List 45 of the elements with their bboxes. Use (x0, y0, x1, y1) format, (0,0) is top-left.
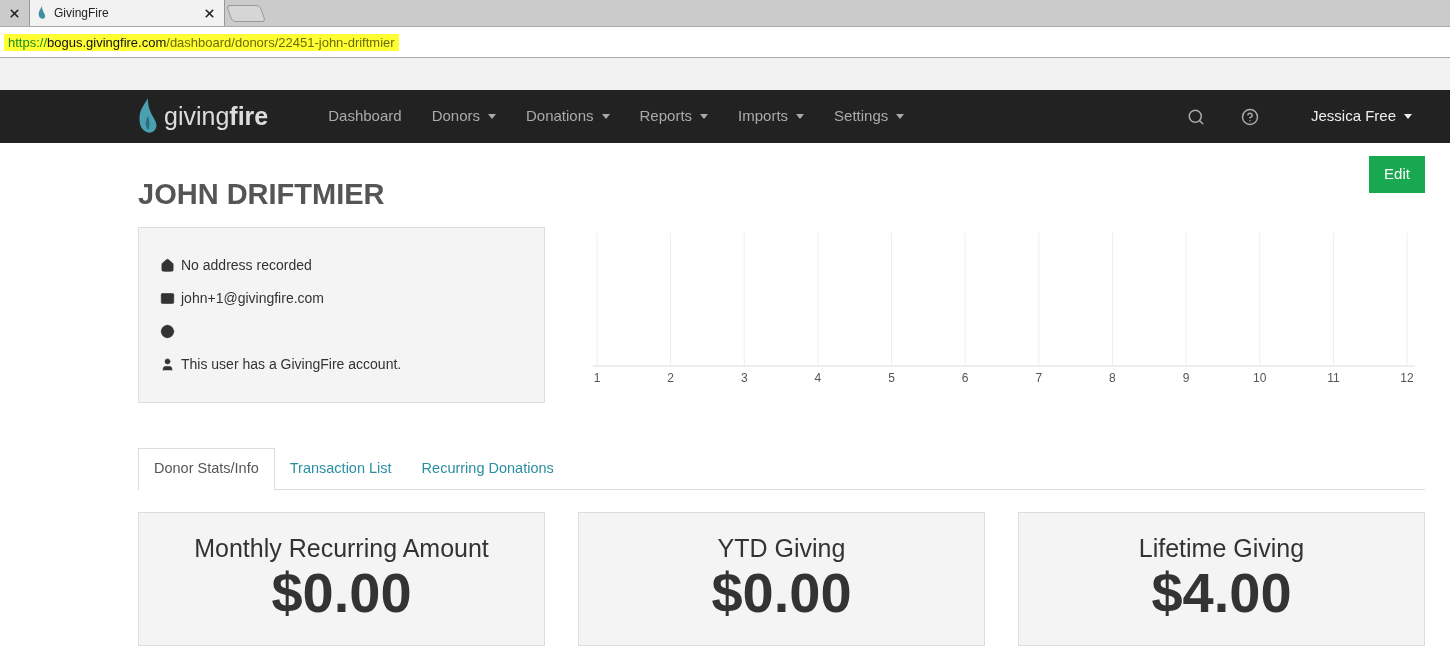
user-menu[interactable]: Jessica Free (1310, 105, 1412, 128)
axis-tick-label: 8 (1109, 369, 1116, 387)
nav-menu-item[interactable]: Imports (738, 105, 805, 128)
nav-menu-item[interactable]: Donors (431, 105, 496, 128)
axis-tick-label: 11 (1327, 369, 1340, 387)
axis-tick-label: 4 (814, 369, 822, 387)
browser-tab[interactable]: GivingFire (30, 0, 225, 26)
stat-title: Monthly Recurring Amount (194, 532, 489, 563)
stat-title: YTD Giving (717, 532, 846, 563)
person-icon (160, 356, 175, 372)
contact-info-text: No address recorded (181, 255, 312, 275)
tab-title: GivingFire (54, 5, 110, 22)
axis-tick-label: 5 (888, 369, 895, 387)
donor-name-heading: JOHN DRIFTMIER (138, 177, 385, 212)
home-icon (160, 257, 175, 273)
content-tab[interactable]: Transaction List (274, 447, 407, 490)
close-icon[interactable] (203, 6, 216, 20)
stat-value: $0.00 (711, 562, 852, 623)
nav-menu-item[interactable]: Settings (834, 105, 905, 128)
stat-value: $0.00 (271, 562, 412, 623)
flame-logo-icon (138, 97, 158, 136)
search-icon[interactable] (1186, 107, 1205, 126)
contact-info-text: This user has a GivingFire account. (181, 354, 402, 374)
help-icon[interactable] (1240, 107, 1259, 126)
axis-tick-label: 7 (1035, 369, 1043, 387)
brand-logo-text[interactable]: givingfire (164, 97, 269, 136)
axis-tick-label: 9 (1182, 369, 1190, 387)
axis-tick-label: 10 (1253, 369, 1267, 387)
close-icon[interactable] (8, 6, 21, 20)
axis-tick-label: 6 (961, 369, 969, 387)
address-bar[interactable]: https://bogus.givingfire.com/dashboard/donors/22451-john-driftmier (4, 33, 399, 51)
stat-value: $4.00 (1151, 562, 1292, 623)
flame-icon (38, 6, 46, 20)
axis-tick-label: 2 (667, 369, 674, 387)
contact-info-text: john+1@givingfire.com (181, 288, 324, 308)
content-tab[interactable]: Recurring Donations (406, 447, 569, 490)
nav-menu-item[interactable]: Dashboard (328, 105, 402, 128)
axis-tick-label: 1 (593, 369, 601, 387)
axis-tick-label: 3 (740, 369, 748, 387)
axis-tick-label: 12 (1400, 369, 1414, 387)
nav-menu-item[interactable]: Donations (526, 105, 610, 128)
nav-menu-item[interactable]: Reports (639, 105, 709, 128)
content-tab[interactable]: Donor Stats/Info (138, 447, 275, 491)
stat-title: Lifetime Giving (1138, 532, 1305, 563)
caret-icon (1404, 114, 1412, 119)
